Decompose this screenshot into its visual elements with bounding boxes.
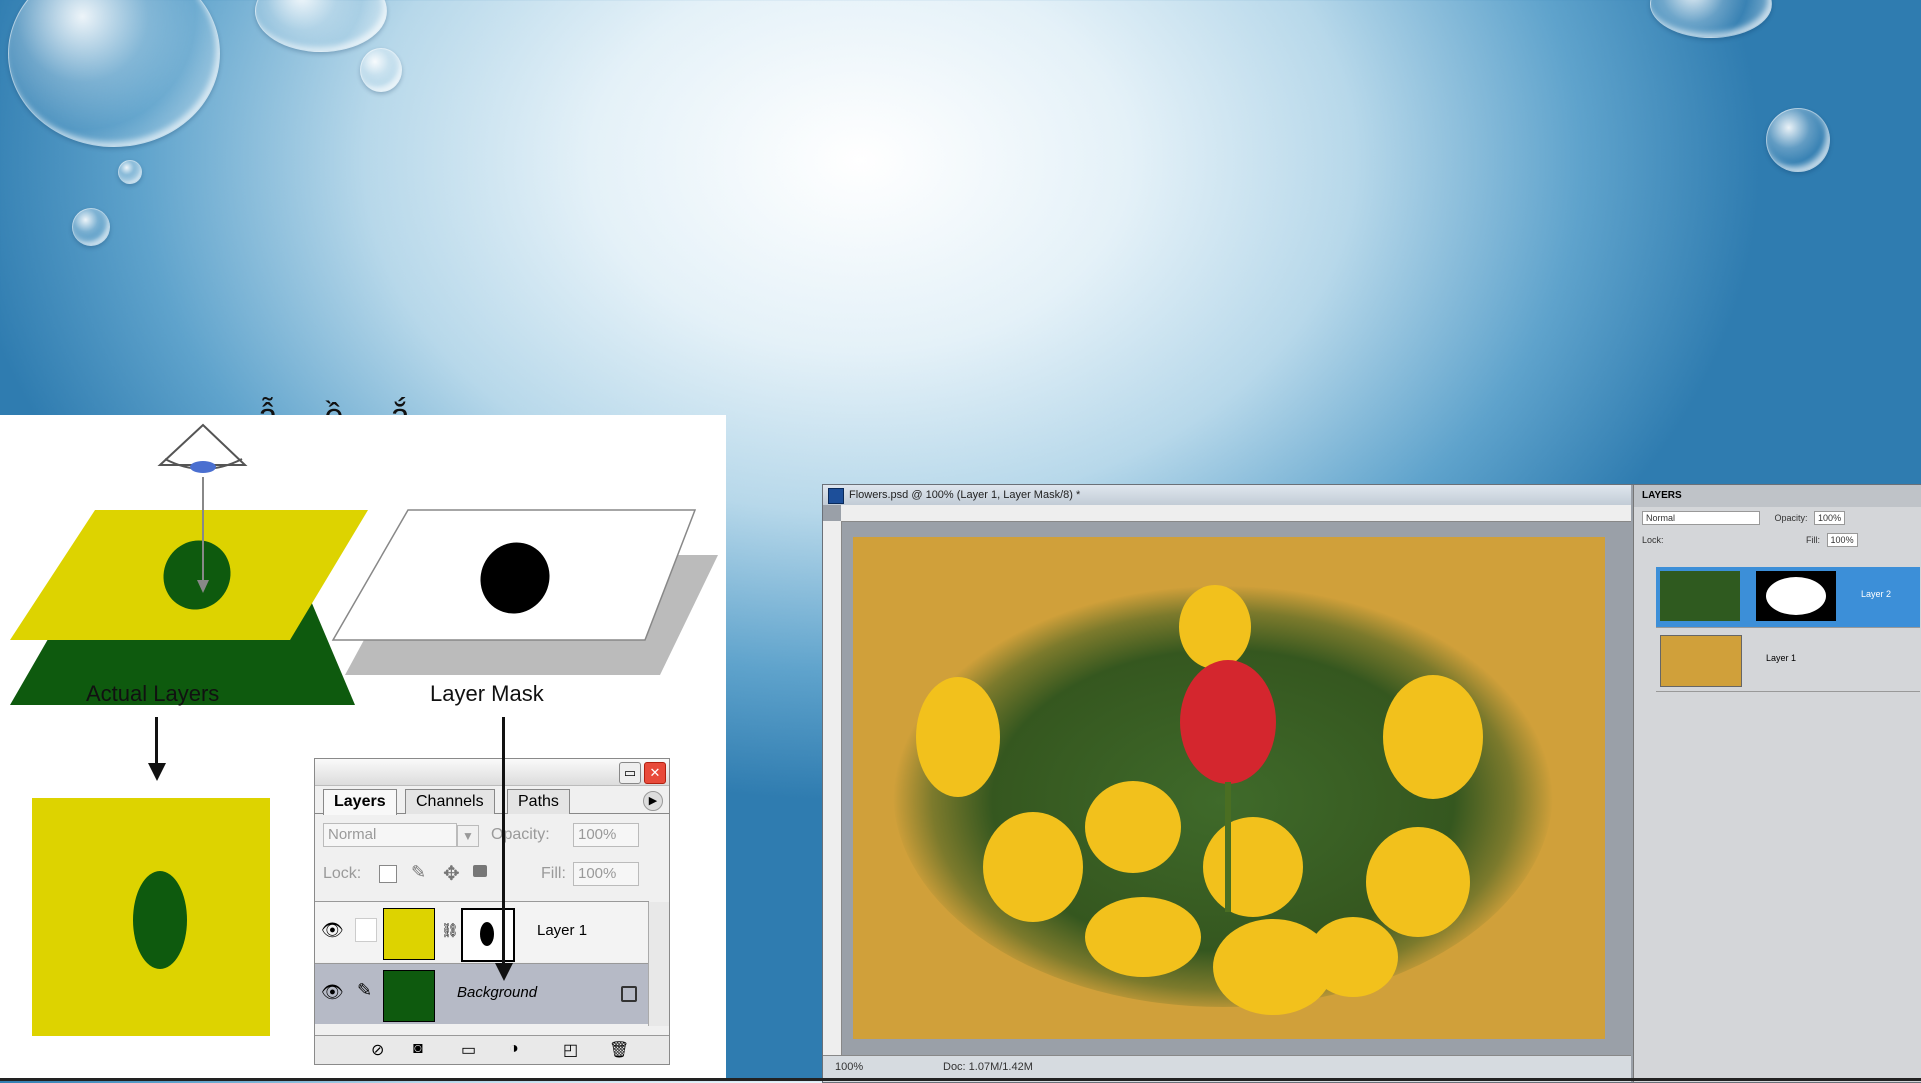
document-canvas[interactable] [853, 537, 1605, 1039]
water-drop-decoration [118, 160, 142, 184]
lock-transparent-icon[interactable] [379, 865, 397, 883]
new-group-icon[interactable]: ▭ [461, 1040, 476, 1060]
ps-layer2-name[interactable]: Layer 2 [1861, 589, 1891, 599]
opacity-label: Opacity: [491, 826, 550, 843]
water-drop-decoration [360, 48, 402, 92]
ps-panel-blend-row: Normal Opacity: 100% [1634, 507, 1921, 529]
doc-size[interactable]: Doc: 1.07M/1.42M [943, 1056, 1033, 1078]
visibility-eye-icon[interactable]: 👁 [321, 982, 344, 1003]
lock-icon [621, 986, 637, 1002]
palette-footer: ⊘ ◙ ▭ ◑ ◰ 🗑 [315, 1035, 669, 1064]
water-drop-decoration [1650, 0, 1772, 38]
tab-layers[interactable]: Layers [323, 789, 397, 815]
palette-scrollbar[interactable] [648, 902, 669, 1026]
water-drop-decoration [1766, 108, 1830, 172]
minimize-button[interactable]: ▭ [619, 762, 641, 784]
palette-tabs: Layers Channels Paths ▶ [315, 785, 669, 815]
layers-palette: ▭ ✕ Layers Channels Paths ▶ Normal ▼ Opa… [314, 758, 670, 1065]
water-drop-decoration [72, 208, 110, 246]
lock-all-icon[interactable] [473, 865, 487, 877]
ps-layer-row-layer2[interactable]: Layer 2 [1656, 567, 1920, 628]
tab-paths[interactable]: Paths [507, 789, 570, 814]
link-slot[interactable] [355, 918, 377, 942]
fill-label: Fill: [541, 865, 566, 882]
arrow-down-mask [502, 717, 505, 967]
visibility-eye-icon[interactable]: 👁 [321, 920, 344, 941]
zoom-level[interactable]: 100% [835, 1056, 863, 1078]
add-mask-icon[interactable]: ◙ [413, 1040, 423, 1058]
lock-move-icon[interactable]: ✥ [443, 861, 460, 886]
layer1-thumbnail[interactable] [383, 908, 435, 960]
caption-layer-mask: Layer Mask [430, 681, 544, 706]
palette-menu-button[interactable]: ▶ [643, 791, 663, 811]
opacity-field[interactable]: 100% [573, 823, 639, 847]
ps-panel-lock-row: Lock: Fill: 100% [1634, 529, 1921, 551]
ps-opacity-label: Opacity: [1774, 513, 1808, 523]
photoshop-window: Flowers.psd @ 100% (Layer 1, Layer Mask/… [822, 484, 1921, 1083]
ps-app-icon [828, 488, 844, 504]
ps-lock-label: Lock: [1642, 535, 1664, 545]
mask-ellipse [480, 922, 494, 946]
new-layer-icon[interactable]: ◰ [563, 1040, 578, 1060]
ps-blend-select[interactable]: Normal [1642, 511, 1760, 525]
tulip-photo [893, 577, 1553, 1015]
lock-label: Lock: [323, 865, 362, 882]
adjustment-layer-icon[interactable]: ◑ [509, 1040, 519, 1058]
ps-layer1-name[interactable]: Layer 1 [1766, 653, 1796, 663]
ps-fill-field[interactable]: 100% [1826, 533, 1858, 547]
chain-link-icon[interactable]: ⛓ [441, 922, 459, 939]
background-name[interactable]: Background [457, 984, 537, 1001]
result-ellipse [133, 871, 187, 969]
chevron-down-icon[interactable]: ▼ [457, 825, 479, 847]
ps-layer1-thumb[interactable] [1660, 635, 1742, 687]
ps-layers-panel: LAYERS Normal Opacity: 100% Lock: Fill: … [1633, 485, 1921, 1082]
eye-icon [157, 423, 248, 473]
layer-mask-diagram: Actual Layers Layer Mask ▭ ✕ Layers Chan… [0, 415, 726, 1081]
ps-panel-title[interactable]: LAYERS [1634, 485, 1921, 507]
layer-row-layer1[interactable]: 👁 ⛓ Layer 1 [315, 901, 649, 962]
arrowhead-mask [495, 963, 513, 981]
link-layers-icon[interactable]: ⊘ [371, 1040, 384, 1060]
water-drop-decoration [8, 0, 220, 147]
close-button[interactable]: ✕ [644, 762, 666, 784]
ps-layer2-mask[interactable] [1756, 571, 1836, 621]
background-thumbnail[interactable] [383, 970, 435, 1022]
trash-icon[interactable]: 🗑 [609, 1040, 629, 1060]
lock-brush-icon[interactable]: ✎ [411, 862, 426, 883]
blend-mode-select[interactable]: Normal [323, 823, 457, 847]
vertical-ruler[interactable] [823, 521, 842, 1055]
layer-row-background[interactable]: 👁 ✎ Background [315, 963, 649, 1024]
ps-opacity-field[interactable]: 100% [1814, 511, 1846, 525]
tab-channels[interactable]: Channels [405, 789, 495, 814]
arrowhead-left [148, 763, 166, 781]
layer1-name[interactable]: Layer 1 [537, 922, 587, 939]
caption-actual-layers: Actual Layers [86, 681, 220, 706]
horizontal-ruler[interactable] [841, 505, 1631, 522]
arrow-down-left [155, 717, 158, 765]
fill-field[interactable]: 100% [573, 862, 639, 886]
brush-icon[interactable]: ✎ [357, 980, 372, 1001]
ps-fill-label: Fill: [1806, 535, 1821, 545]
ps-layer-row-layer1[interactable]: Layer 1 [1656, 631, 1920, 692]
document-titlebar[interactable]: Flowers.psd @ 100% (Layer 1, Layer Mask/… [823, 485, 1631, 505]
layer1-mask-thumbnail[interactable] [461, 908, 515, 962]
ps-layer2-thumb[interactable] [1660, 571, 1740, 621]
palette-titlebar[interactable]: ▭ ✕ [315, 759, 669, 786]
water-drop-decoration [255, 0, 387, 52]
